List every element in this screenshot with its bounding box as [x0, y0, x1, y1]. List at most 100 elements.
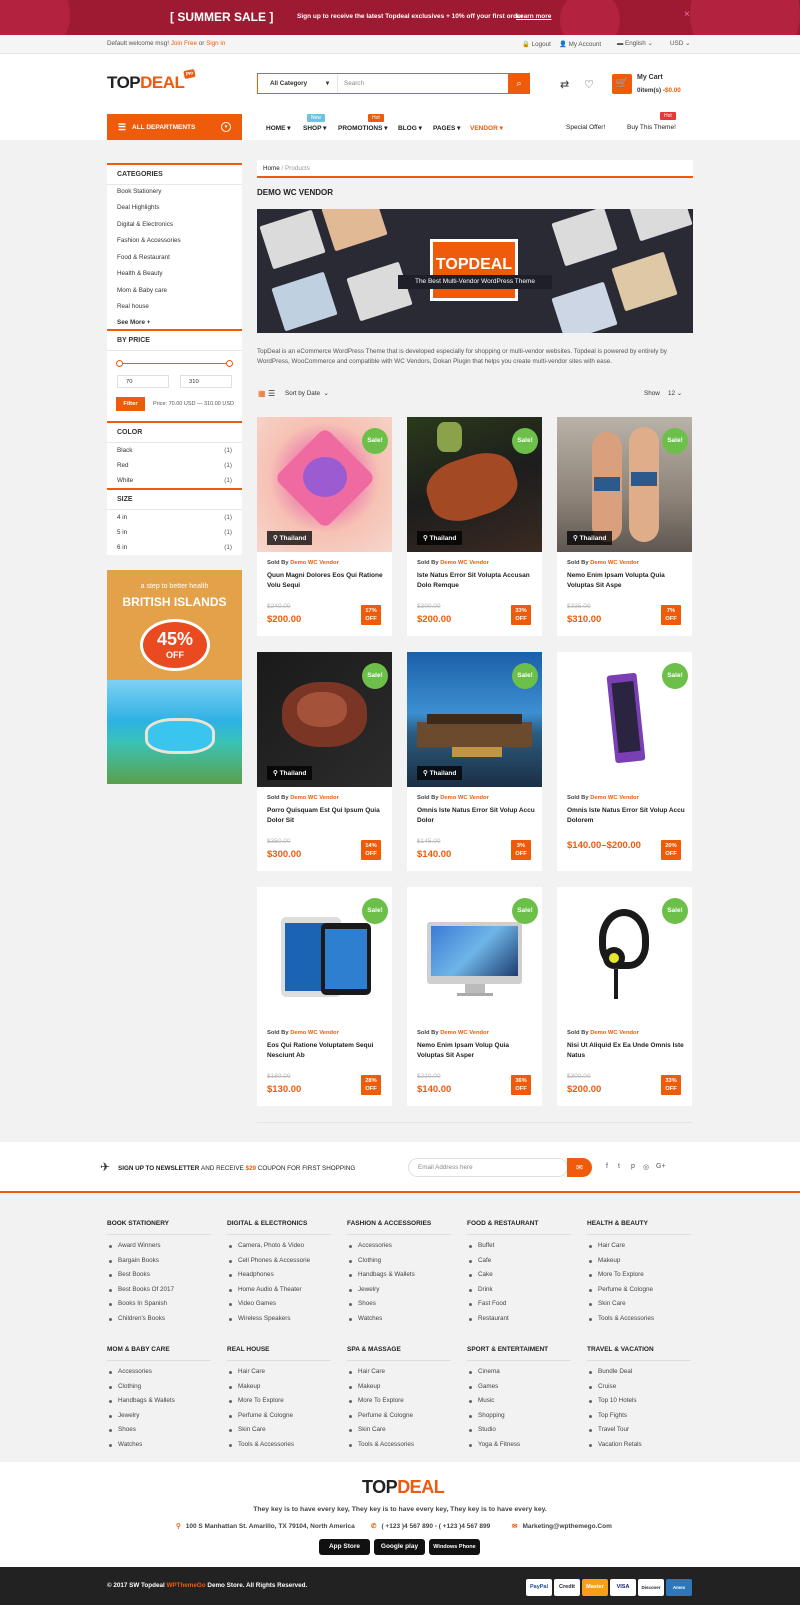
footer-link[interactable]: Skin Care	[587, 1297, 691, 1312]
language-select[interactable]: ▬ English ⌄	[617, 40, 653, 47]
product-card[interactable]: Sale! ⚲ Thailand Sold By Demo WC Vendor …	[257, 652, 392, 871]
footer-link[interactable]: Best Books Of 2017	[107, 1283, 211, 1298]
per-page-select[interactable]: 12 ⌄	[668, 390, 682, 397]
footer-link[interactable]: Games	[467, 1380, 571, 1395]
sort-select[interactable]: Sort by Date ⌄	[285, 390, 329, 397]
product-card[interactable]: Sale! Sold By Demo WC Vendor Omnis Iste …	[557, 652, 692, 871]
promo-ad[interactable]: a step to better health BRITISH ISLANDS …	[107, 570, 242, 784]
footer-link[interactable]: Makeup	[347, 1380, 451, 1395]
product-card[interactable]: Sale! Sold By Demo WC Vendor Nemo Enim I…	[407, 887, 542, 1106]
category-select[interactable]: All Category ▾	[258, 74, 338, 93]
footer-link[interactable]: Makeup	[587, 1254, 691, 1269]
footer-link[interactable]: Video Games	[227, 1297, 331, 1312]
footer-link[interactable]: Wireless Speakers	[227, 1312, 331, 1327]
footer-link[interactable]: Restaurant	[467, 1312, 571, 1327]
product-name[interactable]: Porro Quisquam Est Qui Ipsum Quia Dolor …	[267, 806, 385, 826]
slider-handle-min[interactable]	[116, 360, 123, 367]
windows-phone-badge[interactable]: Windows Phone	[429, 1539, 480, 1555]
cart-summary[interactable]: 0item(s) -$0.00	[637, 87, 681, 94]
category-item[interactable]: Fashion & Accessories	[117, 237, 181, 244]
nav-pages[interactable]: PAGES ▾	[433, 124, 460, 132]
category-item[interactable]: Health & Beauty	[117, 270, 163, 277]
footer-link[interactable]: Hair Care	[227, 1365, 331, 1380]
footer-link[interactable]: Watches	[107, 1438, 211, 1453]
footer-link[interactable]: Perfume & Cologne	[227, 1409, 331, 1424]
vendor-link[interactable]: Demo WC Vendor	[290, 560, 339, 566]
vendor-link[interactable]: Demo WC Vendor	[290, 1030, 339, 1036]
size-item[interactable]: 4 in	[117, 514, 127, 521]
search-button[interactable]: ⌕	[508, 73, 530, 94]
footer-link[interactable]: Clothing	[107, 1380, 211, 1395]
grid-view-icon[interactable]: ▦	[258, 389, 266, 398]
footer-link[interactable]: Perfume & Cologne	[587, 1283, 691, 1298]
footer-link[interactable]: Tools & Accessories	[587, 1312, 691, 1327]
breadcrumb-home[interactable]: Home	[263, 165, 280, 172]
email-input[interactable]: Email Address here	[408, 1158, 568, 1177]
color-item[interactable]: Black	[117, 447, 132, 454]
footer-link[interactable]: Accessories	[107, 1365, 211, 1380]
category-item[interactable]: Deal Highlights	[117, 204, 159, 211]
footer-link[interactable]: Watches	[347, 1312, 451, 1327]
twitter-icon[interactable]: t	[618, 1163, 620, 1170]
footer-link[interactable]: Skin Care	[227, 1423, 331, 1438]
size-item[interactable]: 5 in	[117, 529, 127, 536]
footer-link[interactable]: Studio	[467, 1423, 571, 1438]
product-card[interactable]: Sale! ⚲ Thailand Sold By Demo WC Vendor …	[557, 417, 692, 636]
product-name[interactable]: Quun Magni Dolores Eos Qui Ratione Volu …	[267, 571, 385, 591]
product-name[interactable]: Nemo Enim Ipsam Volupta Quia Voluptas Si…	[567, 571, 685, 591]
logo[interactable]: TOPDEAL Pro	[107, 68, 196, 93]
footer-link[interactable]: Books In Spanish	[107, 1297, 211, 1312]
footer-link[interactable]: Cruise	[587, 1380, 691, 1395]
max-price-input[interactable]: 310	[180, 375, 232, 388]
pinterest-icon[interactable]: p	[631, 1163, 635, 1170]
footer-link[interactable]: Headphones	[227, 1268, 331, 1283]
slider-handle-max[interactable]	[226, 360, 233, 367]
category-item[interactable]: Digital & Electronics	[117, 221, 173, 228]
footer-link[interactable]: Cinema	[467, 1365, 571, 1380]
footer-link[interactable]: Hair Care	[347, 1365, 451, 1380]
vendor-link[interactable]: Demo WC Vendor	[440, 1030, 489, 1036]
wpthemego-link[interactable]: WPThemeGo	[166, 1582, 205, 1589]
join-free-link[interactable]: Join Free	[171, 40, 197, 47]
learn-more-link[interactable]: Learn more	[516, 13, 551, 20]
product-name[interactable]: Eos Qui Ratione Voluptatem Sequi Nesciun…	[267, 1041, 385, 1061]
facebook-icon[interactable]: f	[606, 1163, 608, 1170]
footer-link[interactable]: Bundle Deal	[587, 1365, 691, 1380]
product-name[interactable]: Iste Natus Error Sit Volupta Accusan Dol…	[417, 571, 535, 591]
footer-link[interactable]: Skin Care	[347, 1423, 451, 1438]
nav-blog[interactable]: BLOG ▾	[398, 124, 422, 132]
footer-link[interactable]: Cake	[467, 1268, 571, 1283]
subscribe-button[interactable]: ✉	[567, 1158, 592, 1177]
footer-link[interactable]: Top 10 Hotels	[587, 1394, 691, 1409]
vendor-link[interactable]: Demo WC Vendor	[590, 795, 639, 801]
footer-link[interactable]: Handbags & Wallets	[347, 1268, 451, 1283]
nav-promotions[interactable]: PROMOTIONS ▾	[338, 124, 388, 132]
footer-link[interactable]: Hair Care	[587, 1239, 691, 1254]
search-input[interactable]: Search	[344, 80, 364, 87]
product-name[interactable]: Omnis Iste Natus Error Sit Volup Accu Do…	[567, 806, 685, 826]
footer-logo[interactable]: TOPDEAL	[362, 1477, 445, 1498]
cart-icon[interactable]: 🛒	[612, 74, 632, 94]
price-slider[interactable]	[116, 360, 233, 367]
google-play-badge[interactable]: Google play	[374, 1539, 425, 1555]
footer-link[interactable]: Drink	[467, 1283, 571, 1298]
footer-link[interactable]: Vacation Retals	[587, 1438, 691, 1453]
app-store-badge[interactable]: App Store	[319, 1539, 370, 1555]
footer-link[interactable]: Camera, Photo & Video	[227, 1239, 331, 1254]
category-item[interactable]: Real house	[117, 303, 149, 310]
footer-link[interactable]: More To Explore	[227, 1394, 331, 1409]
footer-link[interactable]: Top Fights	[587, 1409, 691, 1424]
footer-link[interactable]: Cafe	[467, 1254, 571, 1269]
footer-link[interactable]: Award Winners	[107, 1239, 211, 1254]
footer-link[interactable]: Tools & Accessories	[227, 1438, 331, 1453]
nav-shop[interactable]: SHOP ▾	[303, 124, 326, 132]
footer-link[interactable]: More To Explore	[587, 1268, 691, 1283]
footer-link[interactable]: Jewelry	[107, 1409, 211, 1424]
footer-link[interactable]: More To Explore	[347, 1394, 451, 1409]
special-offer-link[interactable]: Special Offer!	[566, 124, 605, 131]
product-card[interactable]: Sale! ⚲ Thailand Sold By Demo WC Vendor …	[257, 417, 392, 636]
product-card[interactable]: Sale! ⚲ Thailand Sold By Demo WC Vendor …	[407, 652, 542, 871]
product-card[interactable]: Sale! Sold By Demo WC Vendor Nisi Ut Ali…	[557, 887, 692, 1106]
footer-link[interactable]: Travel Tour	[587, 1423, 691, 1438]
footer-link[interactable]: Bargain Books	[107, 1254, 211, 1269]
